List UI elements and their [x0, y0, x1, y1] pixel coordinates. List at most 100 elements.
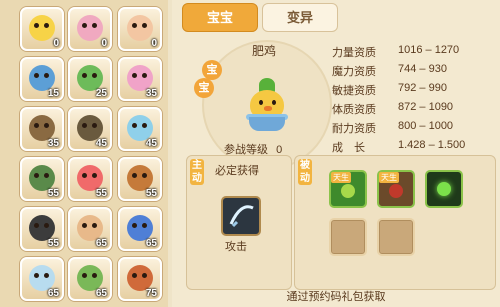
- pet-eye: [142, 23, 147, 28]
- active-tag: 主动: [190, 159, 204, 185]
- pet-tile[interactable]: 75: [118, 257, 162, 301]
- pet-pot: [249, 117, 285, 131]
- pet-level: 55: [47, 188, 59, 199]
- pet-tile[interactable]: 0: [68, 7, 112, 51]
- pet-eye: [44, 173, 49, 178]
- pet-eye: [82, 23, 87, 28]
- pet-level: 65: [145, 238, 157, 249]
- stat-value: 800 – 1000: [398, 120, 454, 132]
- stat-label: 体质资质: [332, 104, 376, 116]
- pet-level: 75: [145, 288, 157, 299]
- tab-mutation[interactable]: 变异: [262, 3, 338, 32]
- pet-eye: [44, 273, 49, 278]
- pet-eye: [132, 223, 137, 228]
- pet-tile[interactable]: 65: [68, 257, 112, 301]
- pet-eye: [92, 73, 97, 78]
- stat-row: 敏捷资质 792 – 990: [332, 82, 497, 97]
- pet-tile[interactable]: 25: [68, 57, 112, 101]
- pet-eye: [82, 223, 87, 228]
- stat-row: 魔力资质 744 – 930: [332, 63, 497, 78]
- blade-icon: [229, 205, 254, 228]
- stat-row: 力量资质 1016 – 1270: [332, 44, 497, 59]
- attack-skill-icon[interactable]: [221, 196, 261, 236]
- pet-tile[interactable]: 55: [20, 157, 64, 201]
- stat-value: 744 – 930: [398, 63, 447, 75]
- pet-eye: [34, 273, 39, 278]
- pet-eye: [44, 73, 49, 78]
- pet-level: 45: [145, 138, 157, 149]
- pet-tile[interactable]: 0: [118, 7, 162, 51]
- pet-level: 55: [145, 188, 157, 199]
- pet-tile[interactable]: 65: [68, 207, 112, 251]
- pet-tile[interactable]: 45: [118, 107, 162, 151]
- tab-baby[interactable]: 宝宝: [182, 3, 258, 32]
- pet-eye: [44, 123, 49, 128]
- pet-portrait: [77, 15, 103, 41]
- pet-level: 35: [47, 138, 59, 149]
- pet-tile[interactable]: 55: [20, 207, 64, 251]
- passive-skill-box: 被动 天生 天生: [294, 155, 496, 290]
- pet-eye: [92, 273, 97, 278]
- attack-skill-name: 攻击: [225, 241, 247, 253]
- empty-skill-slot[interactable]: [329, 218, 367, 256]
- pet-eye: [44, 23, 49, 28]
- pet-tile[interactable]: 15: [20, 57, 64, 101]
- pet-tile[interactable]: 65: [20, 257, 64, 301]
- pet-eye: [132, 123, 137, 128]
- pet-tile[interactable]: 65: [118, 207, 162, 251]
- pet-eye: [142, 273, 147, 278]
- stat-value: 1.428 – 1.500: [398, 139, 466, 151]
- pet-eye: [272, 100, 276, 105]
- pet-eye: [44, 223, 49, 228]
- pet-eye: [34, 73, 39, 78]
- stat-row: 体质资质 872 – 1090: [332, 101, 497, 116]
- innate-badge: 天生: [379, 172, 399, 183]
- heart-icon: [437, 182, 451, 196]
- stat-row: 成 长 1.428 – 1.500: [332, 139, 497, 154]
- stat-row: 耐力资质 800 – 1000: [332, 120, 497, 135]
- pet-level: 25: [95, 88, 107, 99]
- pet-tile[interactable]: 35: [20, 107, 64, 151]
- stat-label: 成 长: [332, 142, 365, 154]
- active-skill-box: 主动 必定获得 攻击: [186, 155, 292, 290]
- innate-badge: 天生: [331, 172, 351, 183]
- pet-level: 0: [151, 38, 157, 49]
- pet-eye: [132, 73, 137, 78]
- pet-eye: [92, 173, 97, 178]
- pet-level: 65: [95, 288, 107, 299]
- pet-eye: [142, 173, 147, 178]
- passive-skill-2[interactable]: 天生: [377, 170, 415, 208]
- passive-skill-1[interactable]: 天生: [329, 170, 367, 208]
- guaranteed-label: 必定获得: [215, 165, 259, 177]
- pet-eye: [34, 123, 39, 128]
- passive-tag: 被动: [298, 159, 312, 185]
- passive-skill-3[interactable]: [425, 170, 463, 208]
- pet-level: 45: [95, 138, 107, 149]
- pet-level: 0: [101, 38, 107, 49]
- pet-portrait: [127, 15, 153, 41]
- pet-portrait: [29, 15, 55, 41]
- obtain-hint: 通过预约码礼包获取: [286, 291, 386, 303]
- empty-skill-slot[interactable]: [377, 218, 415, 256]
- pet-tile[interactable]: 35: [118, 57, 162, 101]
- pet-tile[interactable]: 55: [118, 157, 162, 201]
- pet-level: 55: [95, 188, 107, 199]
- pet-level: 65: [95, 238, 107, 249]
- pet-grid: 0 0 0 15 25 35 35 45 45 55 55 55 55 65 65 65 65 75: [0, 0, 168, 307]
- pet-level: 35: [145, 88, 157, 99]
- pet-eye: [92, 123, 97, 128]
- pet-eye: [132, 173, 137, 178]
- pet-eye: [142, 123, 147, 128]
- pet-tile[interactable]: 45: [68, 107, 112, 151]
- pet-tile[interactable]: 55: [68, 157, 112, 201]
- pet-eye: [34, 173, 39, 178]
- stat-label: 耐力资质: [332, 123, 376, 135]
- baby-seal-top: 宝: [202, 60, 222, 80]
- pet-eye: [92, 223, 97, 228]
- pet-eye: [82, 73, 87, 78]
- pet-name: 肥鸡: [251, 44, 276, 58]
- pet-beak: [264, 106, 272, 111]
- pet-level: 15: [47, 88, 59, 99]
- pet-tile[interactable]: 0: [20, 7, 64, 51]
- pet-eye: [82, 273, 87, 278]
